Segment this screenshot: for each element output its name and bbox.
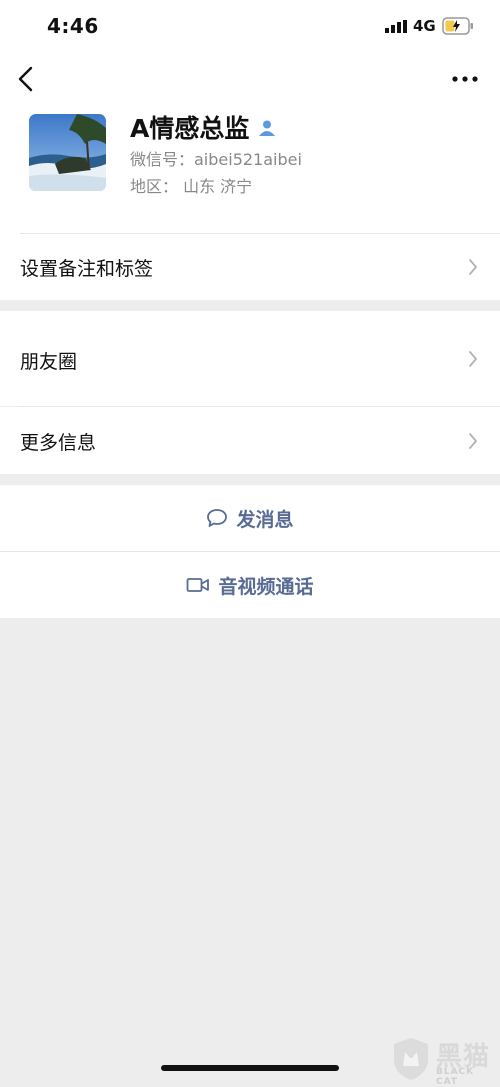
chevron-right-icon <box>469 351 477 367</box>
chevron-right-icon <box>469 259 477 275</box>
network-type: 4G <box>413 17 436 35</box>
avatar[interactable] <box>29 114 106 191</box>
remark-tags-cell[interactable]: 设置备注和标签 <box>0 234 500 300</box>
chevron-right-icon <box>469 433 477 449</box>
status-time: 4:46 <box>47 14 99 38</box>
more-info-cell[interactable]: 更多信息 <box>0 407 500 474</box>
region: 地区： 山东 济宁 <box>130 177 253 196</box>
remark-tags-label: 设置备注和标签 <box>20 258 154 280</box>
watermark: 黑猫 BLACK CAT <box>390 1036 500 1087</box>
profile-header: A情感总监 微信号：aibei521aibei 地区： 山东 济宁 <box>0 104 500 234</box>
status-bar: 4:46 4G <box>0 0 500 54</box>
name-row: A情感总监 <box>130 109 276 145</box>
chat-bubble-icon <box>207 509 228 527</box>
video-camera-icon <box>187 578 210 592</box>
more-options-icon[interactable] <box>452 76 478 82</box>
moments-label: 朋友圈 <box>20 351 78 373</box>
more-info-label: 更多信息 <box>20 432 97 454</box>
home-indicator[interactable] <box>161 1065 339 1071</box>
contact-name: A情感总监 <box>130 114 250 143</box>
av-call-label: 音视频通话 <box>218 575 314 598</box>
cat-shield-logo <box>394 1038 428 1080</box>
moments-cell[interactable]: 朋友圈 <box>0 311 500 406</box>
send-message-label: 发消息 <box>236 508 294 531</box>
av-call-button[interactable]: 音视频通话 <box>0 552 500 618</box>
battery-icon <box>442 17 473 35</box>
avatar-image <box>29 114 106 191</box>
person-badge-icon <box>259 120 276 136</box>
back-arrow-icon[interactable] <box>16 66 36 92</box>
wechat-id: 微信号：aibei521aibei <box>130 150 302 169</box>
watermark-subtext: BLACK CAT <box>436 1067 475 1087</box>
signal-icon <box>385 20 407 33</box>
nav-bar <box>0 54 500 104</box>
send-message-button[interactable]: 发消息 <box>0 485 500 551</box>
